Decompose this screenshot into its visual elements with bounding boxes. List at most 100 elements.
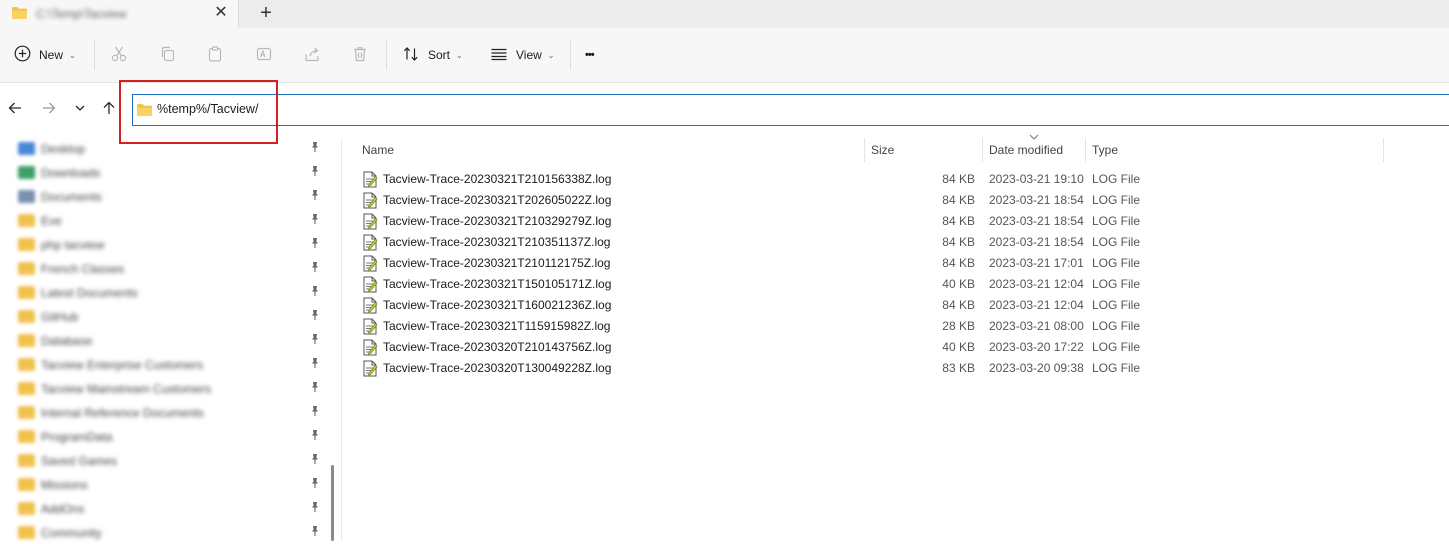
- column-header-date-modified[interactable]: Date modified: [989, 138, 1063, 162]
- sidebar-item[interactable]: Desktop: [18, 138, 330, 160]
- pin-icon[interactable]: [309, 237, 323, 251]
- tab-temp-tacview[interactable]: C:\Temp\Tacview ✕: [0, 0, 239, 28]
- file-row[interactable]: Tacview-Trace-20230321T210112175Z.log 84 …: [356, 253, 1449, 274]
- sidebar-item-label: Eve: [41, 214, 62, 228]
- sidebar-scrollbar[interactable]: [331, 465, 334, 541]
- recent-locations-button[interactable]: [69, 98, 91, 120]
- sidebar-item[interactable]: Saved Games: [18, 450, 330, 472]
- sidebar-item-label: Database: [41, 334, 93, 348]
- sidebar-item[interactable]: Documents: [18, 186, 330, 208]
- sidebar-item[interactable]: Latest Documents: [18, 282, 330, 304]
- up-button[interactable]: [98, 98, 120, 120]
- sidebar-item[interactable]: Internal Reference Documents: [18, 402, 330, 424]
- sidebar-item[interactable]: Tacview Mainstream Customers: [18, 378, 330, 400]
- pin-icon[interactable]: [309, 285, 323, 299]
- forward-button[interactable]: [38, 98, 60, 120]
- share-button[interactable]: [303, 42, 321, 68]
- file-row[interactable]: Tacview-Trace-20230321T210329279Z.log 84 …: [356, 211, 1449, 232]
- file-name: Tacview-Trace-20230321T210351137Z.log: [383, 235, 611, 249]
- file-size: 84 KB: [942, 256, 975, 270]
- log-file-icon: [362, 192, 378, 212]
- paste-button[interactable]: [206, 42, 224, 68]
- file-date-modified: 2023-03-21 19:10: [989, 172, 1084, 186]
- pin-icon[interactable]: [309, 357, 323, 371]
- new-tab-button[interactable]: +: [254, 1, 278, 25]
- sort-button[interactable]: Sort ⌄: [402, 42, 463, 68]
- trash-icon: [351, 45, 369, 66]
- file-row[interactable]: Tacview-Trace-20230320T130049228Z.log 83 …: [356, 358, 1449, 379]
- log-file-icon: [362, 360, 378, 380]
- pin-icon[interactable]: [309, 429, 323, 443]
- pin-icon[interactable]: [309, 261, 323, 275]
- rename-button[interactable]: [255, 42, 273, 68]
- column-divider[interactable]: [1085, 138, 1086, 162]
- pin-icon[interactable]: [309, 453, 323, 467]
- column-divider[interactable]: [864, 138, 865, 162]
- pin-icon[interactable]: [309, 141, 323, 155]
- column-header-size[interactable]: Size: [871, 138, 894, 162]
- pin-icon[interactable]: [309, 333, 323, 347]
- pin-icon[interactable]: [309, 165, 323, 179]
- pin-icon[interactable]: [309, 189, 323, 203]
- sidebar-item[interactable]: Eve: [18, 210, 330, 232]
- column-divider[interactable]: [982, 138, 983, 162]
- file-size: 84 KB: [942, 172, 975, 186]
- sidebar-item[interactable]: Missions: [18, 474, 330, 496]
- pin-icon[interactable]: [309, 477, 323, 491]
- file-row[interactable]: Tacview-Trace-20230321T150105171Z.log 40 …: [356, 274, 1449, 295]
- file-size: 83 KB: [942, 361, 975, 375]
- sidebar-item[interactable]: Database: [18, 330, 330, 352]
- file-date-modified: 2023-03-21 12:04: [989, 277, 1084, 291]
- pin-icon[interactable]: [309, 309, 323, 323]
- folder-icon: [18, 334, 35, 347]
- sidebar-item[interactable]: GitHub: [18, 306, 330, 328]
- folder-icon: [18, 382, 35, 395]
- file-type: LOG File: [1092, 172, 1141, 186]
- column-header-name[interactable]: Name: [362, 138, 394, 162]
- sidebar-item[interactable]: Tacview Enterprise Customers: [18, 354, 330, 376]
- more-options-button[interactable]: •••: [585, 42, 595, 68]
- file-name: Tacview-Trace-20230320T130049228Z.log: [383, 361, 612, 375]
- sidebar-item[interactable]: French Classes: [18, 258, 330, 280]
- copy-button[interactable]: [159, 42, 177, 68]
- file-row[interactable]: Tacview-Trace-20230321T210156338Z.log 84 …: [356, 169, 1449, 190]
- column-divider[interactable]: [1383, 138, 1384, 162]
- file-row[interactable]: Tacview-Trace-20230321T210351137Z.log 84 …: [356, 232, 1449, 253]
- pin-icon[interactable]: [309, 381, 323, 395]
- delete-button[interactable]: [351, 42, 369, 68]
- close-icon[interactable]: ✕: [209, 2, 233, 24]
- folder-icon: [18, 406, 35, 419]
- sidebar-item[interactable]: php tacview: [18, 234, 330, 256]
- cut-button[interactable]: [110, 42, 128, 68]
- view-list-icon: [490, 45, 508, 66]
- sort-button-label: Sort: [428, 48, 451, 62]
- pane-divider[interactable]: [341, 138, 342, 541]
- file-date-modified: 2023-03-21 12:04: [989, 298, 1084, 312]
- address-bar[interactable]: [132, 94, 1449, 126]
- back-button[interactable]: [4, 98, 26, 120]
- file-row[interactable]: Tacview-Trace-20230321T160021236Z.log 84 …: [356, 295, 1449, 316]
- file-name: Tacview-Trace-20230321T210112175Z.log: [383, 256, 611, 270]
- pin-icon[interactable]: [309, 213, 323, 227]
- log-file-icon: [362, 234, 378, 254]
- folder-icon: [18, 358, 35, 371]
- sidebar-item[interactable]: Downloads: [18, 162, 330, 184]
- sidebar-item[interactable]: ProgramData: [18, 426, 330, 448]
- documents-icon: [18, 190, 35, 203]
- pin-icon[interactable]: [309, 525, 323, 539]
- sidebar-item[interactable]: AddOns: [18, 498, 330, 520]
- sidebar-item-label: Internal Reference Documents: [41, 406, 204, 420]
- pin-icon[interactable]: [309, 501, 323, 515]
- pin-icon[interactable]: [309, 405, 323, 419]
- file-type: LOG File: [1092, 256, 1141, 270]
- file-row[interactable]: Tacview-Trace-20230320T210143756Z.log 40 …: [356, 337, 1449, 358]
- file-type: LOG File: [1092, 361, 1141, 375]
- view-button[interactable]: View ⌄: [490, 42, 555, 68]
- folder-icon: [18, 526, 35, 539]
- new-button[interactable]: New ⌄: [14, 42, 76, 68]
- file-row[interactable]: Tacview-Trace-20230321T115915982Z.log 28 …: [356, 316, 1449, 337]
- folder-icon: [11, 6, 28, 23]
- file-row[interactable]: Tacview-Trace-20230321T202605022Z.log 84 …: [356, 190, 1449, 211]
- log-file-icon: [362, 171, 378, 191]
- column-header-type[interactable]: Type: [1092, 138, 1118, 162]
